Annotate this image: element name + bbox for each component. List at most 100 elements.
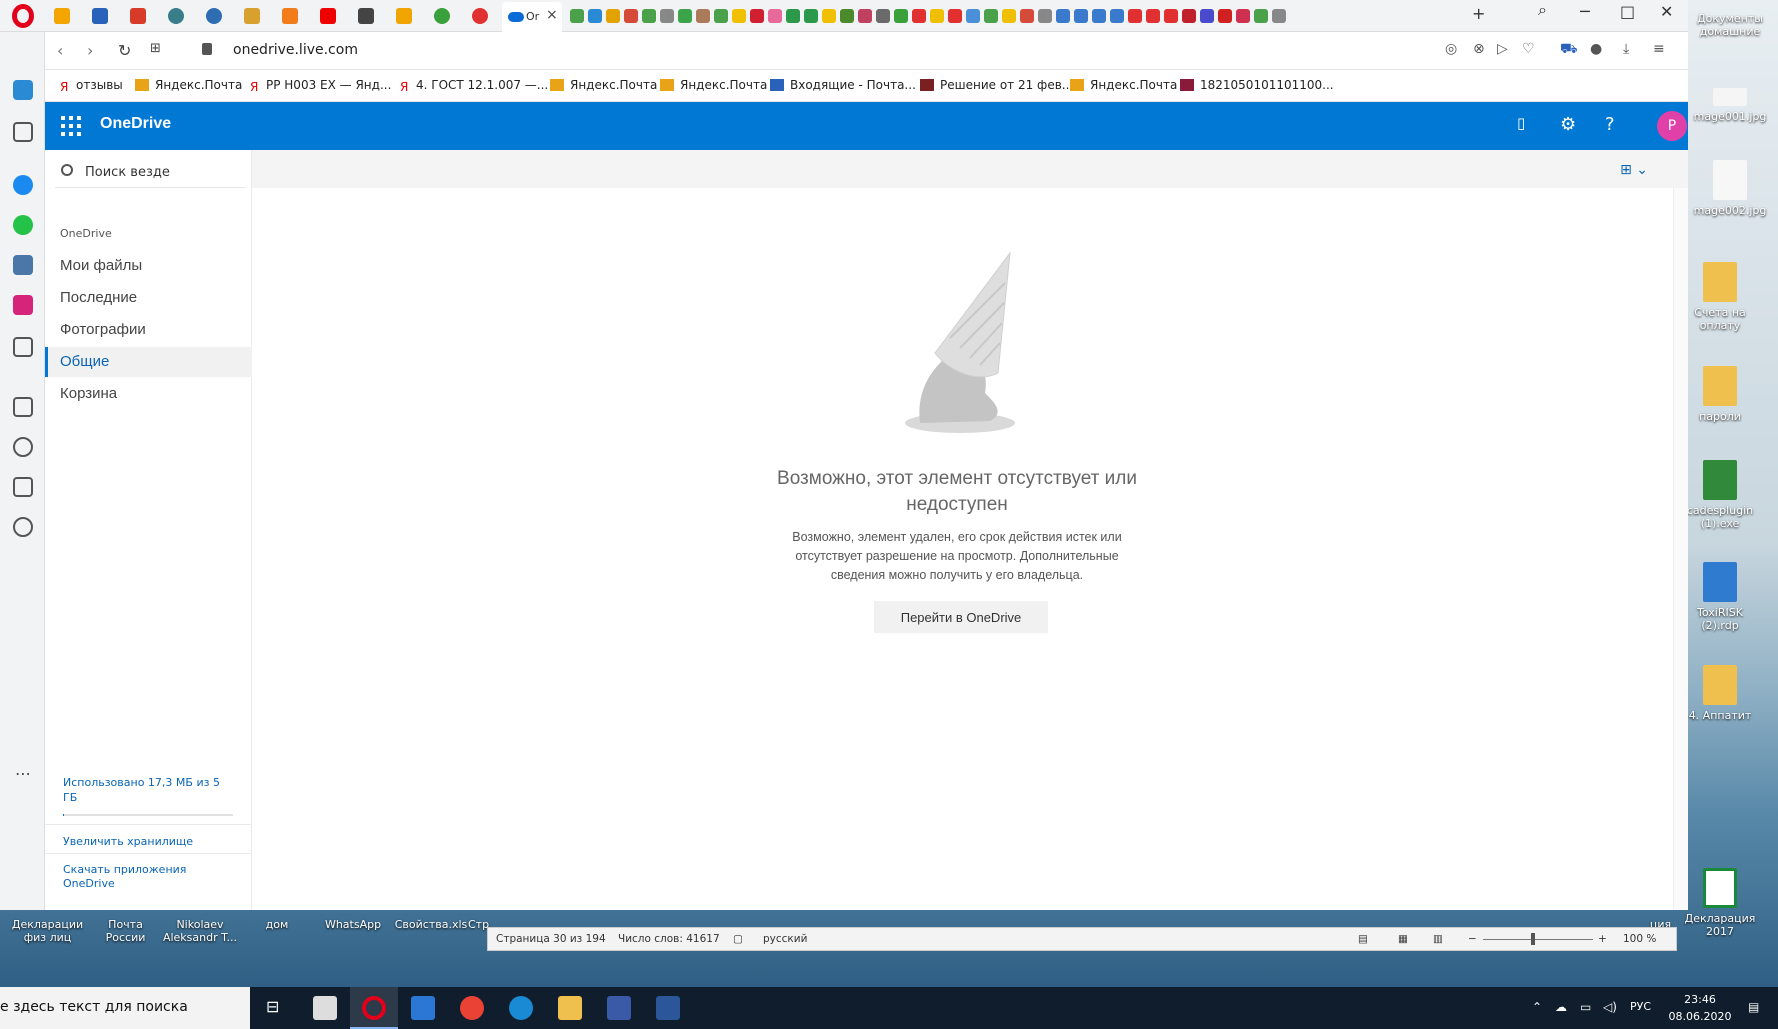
speed-dial-icon[interactable]: ⊞	[150, 41, 161, 56]
tab-icon[interactable]	[1038, 9, 1052, 23]
nav-item-photos[interactable]: Фотографии	[45, 315, 252, 345]
tab-icon[interactable]	[1236, 9, 1250, 23]
tab-icon[interactable]	[894, 9, 908, 23]
tab-icon[interactable]	[1056, 9, 1070, 23]
volume-icon[interactable]: ◁)	[1603, 1000, 1617, 1014]
tab-icon[interactable]	[606, 9, 620, 23]
download-icon[interactable]: ⤓	[1623, 41, 1629, 57]
tab-icon[interactable]	[840, 9, 854, 23]
back-icon[interactable]: ‹	[57, 41, 63, 60]
desktop-label[interactable]: Декларации физ лиц	[10, 918, 85, 944]
tab-site-icon[interactable]	[434, 8, 450, 24]
bookmark-item[interactable]: Яндекс.Почта	[660, 78, 767, 92]
tab-site-icon[interactable]	[168, 8, 184, 24]
help-icon[interactable]: ?	[1605, 114, 1615, 135]
app-icon[interactable]	[607, 996, 631, 1020]
tab-icon[interactable]	[930, 9, 944, 23]
zoom-out-icon[interactable]: −	[1468, 933, 1477, 945]
more-icon[interactable]: ⋯	[13, 764, 33, 784]
desktop-icon-declaration[interactable]: Декларация 2017	[1680, 868, 1760, 938]
bookmark-item[interactable]: 1821050101101100...	[1180, 78, 1334, 92]
taskbar-search-input[interactable]: е здесь текст для поиска	[0, 987, 250, 1029]
tab-site-icon[interactable]	[206, 8, 222, 24]
tab-icon[interactable]	[570, 9, 584, 23]
tab-icon[interactable]	[732, 9, 746, 23]
view-switcher-icon[interactable]: ⊞ ⌄	[1620, 162, 1648, 178]
tab-icon[interactable]	[858, 9, 872, 23]
close-tab-icon[interactable]: ×	[546, 7, 558, 23]
bookmark-item[interactable]: Входящие - Почта...	[770, 78, 916, 92]
tab-site-icon[interactable]	[472, 8, 488, 24]
bookmark-item[interactable]: Я 4. ГОСТ 12.1.007 —...	[400, 78, 548, 94]
bookmark-heart-icon[interactable]: ♡	[1522, 41, 1535, 57]
tab-icon[interactable]	[804, 9, 818, 23]
tab-icon[interactable]	[768, 9, 782, 23]
clock[interactable]: 23:46 08.06.2020	[1665, 991, 1735, 1025]
onedrive-tray-icon[interactable]: ☁	[1555, 1000, 1567, 1014]
bookmark-item[interactable]: Яндекс.Почта	[135, 78, 242, 92]
extension-icon[interactable]: ●	[1590, 41, 1602, 57]
network-icon[interactable]: ▭	[1580, 1000, 1591, 1014]
news-icon[interactable]	[13, 477, 33, 497]
nav-item-recycle-bin[interactable]: Корзина	[45, 379, 252, 409]
zoom-slider-thumb[interactable]	[1531, 933, 1535, 945]
desktop-label[interactable]: дом	[262, 918, 292, 931]
tab-icon[interactable]	[588, 9, 602, 23]
maximize-icon[interactable]: □	[1620, 2, 1635, 21]
tab-icon[interactable]	[966, 9, 980, 23]
tray-chevron-icon[interactable]: ⌃	[1532, 1000, 1542, 1014]
opera-menu-icon[interactable]	[12, 4, 34, 28]
desktop-label[interactable]: WhatsApp	[318, 918, 388, 931]
chrome-icon[interactable]	[460, 996, 484, 1020]
desktop-label[interactable]: Nikolaev Aleksandr T...	[160, 918, 240, 944]
desktop-label[interactable]: Стр	[468, 918, 489, 931]
home-icon[interactable]	[13, 80, 33, 100]
search-tabs-icon[interactable]: ⌕	[1538, 0, 1547, 20]
settings-gear-icon[interactable]: ⚙	[1560, 114, 1576, 135]
instagram-icon[interactable]	[13, 295, 33, 315]
tab-icon[interactable]	[1110, 9, 1124, 23]
desktop-icon-appatit[interactable]: 4. Аппатит	[1680, 665, 1760, 722]
tab-youtube-icon[interactable]	[320, 8, 336, 24]
cart-icon[interactable]: ⛟	[1560, 41, 1578, 59]
tab-icon[interactable]	[660, 9, 674, 23]
tab-icon[interactable]	[912, 9, 926, 23]
tab-icon[interactable]	[822, 9, 836, 23]
notifications-icon[interactable]: ▤	[1748, 1000, 1759, 1014]
zoom-level[interactable]: 100 %	[1623, 933, 1656, 945]
desktop-icon-passwords[interactable]: пароли	[1680, 366, 1760, 423]
desktop-label[interactable]: Почта России	[98, 918, 153, 944]
tab-icon[interactable]	[1200, 9, 1214, 23]
tab-icon[interactable]	[948, 9, 962, 23]
tab-onedrive-active[interactable]: Or ×	[502, 2, 562, 32]
avatar[interactable]: P	[1657, 111, 1687, 141]
task-view-icon[interactable]: ⊟	[266, 997, 279, 1016]
zoom-slider[interactable]	[1483, 939, 1593, 940]
new-tab-icon[interactable]: +	[1472, 4, 1485, 23]
tab-icon[interactable]	[678, 9, 692, 23]
bookmark-item[interactable]: Яндекс.Почта	[550, 78, 657, 92]
desktop-icon-cadesplugin[interactable]: cadesplugin (1).exe	[1680, 460, 1760, 530]
tab-icon[interactable]	[1218, 9, 1232, 23]
nav-item-recent[interactable]: Последние	[45, 283, 252, 313]
adblock-icon[interactable]: ⊗	[1473, 41, 1485, 57]
proofing-icon[interactable]: ▢	[733, 933, 743, 945]
get-apps-link[interactable]: Скачать приложения OneDrive	[63, 863, 193, 891]
tab-icon[interactable]	[1164, 9, 1178, 23]
tab-site-icon[interactable]	[396, 8, 412, 24]
tab-icon[interactable]	[1128, 9, 1142, 23]
word-icon[interactable]	[656, 996, 680, 1020]
onedrive-brand[interactable]: OneDrive	[100, 115, 171, 133]
lock-icon[interactable]	[202, 43, 212, 55]
nav-item-my-files[interactable]: Мои файлы	[45, 251, 252, 281]
easy-setup-icon[interactable]: ≡	[1653, 41, 1665, 57]
word-page-count[interactable]: Страница 30 из 194	[496, 933, 606, 945]
tab-icon[interactable]	[1020, 9, 1034, 23]
tab-mail-icon[interactable]	[54, 8, 70, 24]
tab-icon[interactable]	[876, 9, 890, 23]
bookmark-item[interactable]: Яотзывы	[60, 78, 123, 94]
apps-grid-icon[interactable]	[13, 397, 33, 417]
minimize-icon[interactable]: ─	[1580, 2, 1590, 21]
forward-icon[interactable]: ›	[87, 41, 93, 60]
url-field[interactable]: onedrive.live.com	[233, 42, 358, 58]
